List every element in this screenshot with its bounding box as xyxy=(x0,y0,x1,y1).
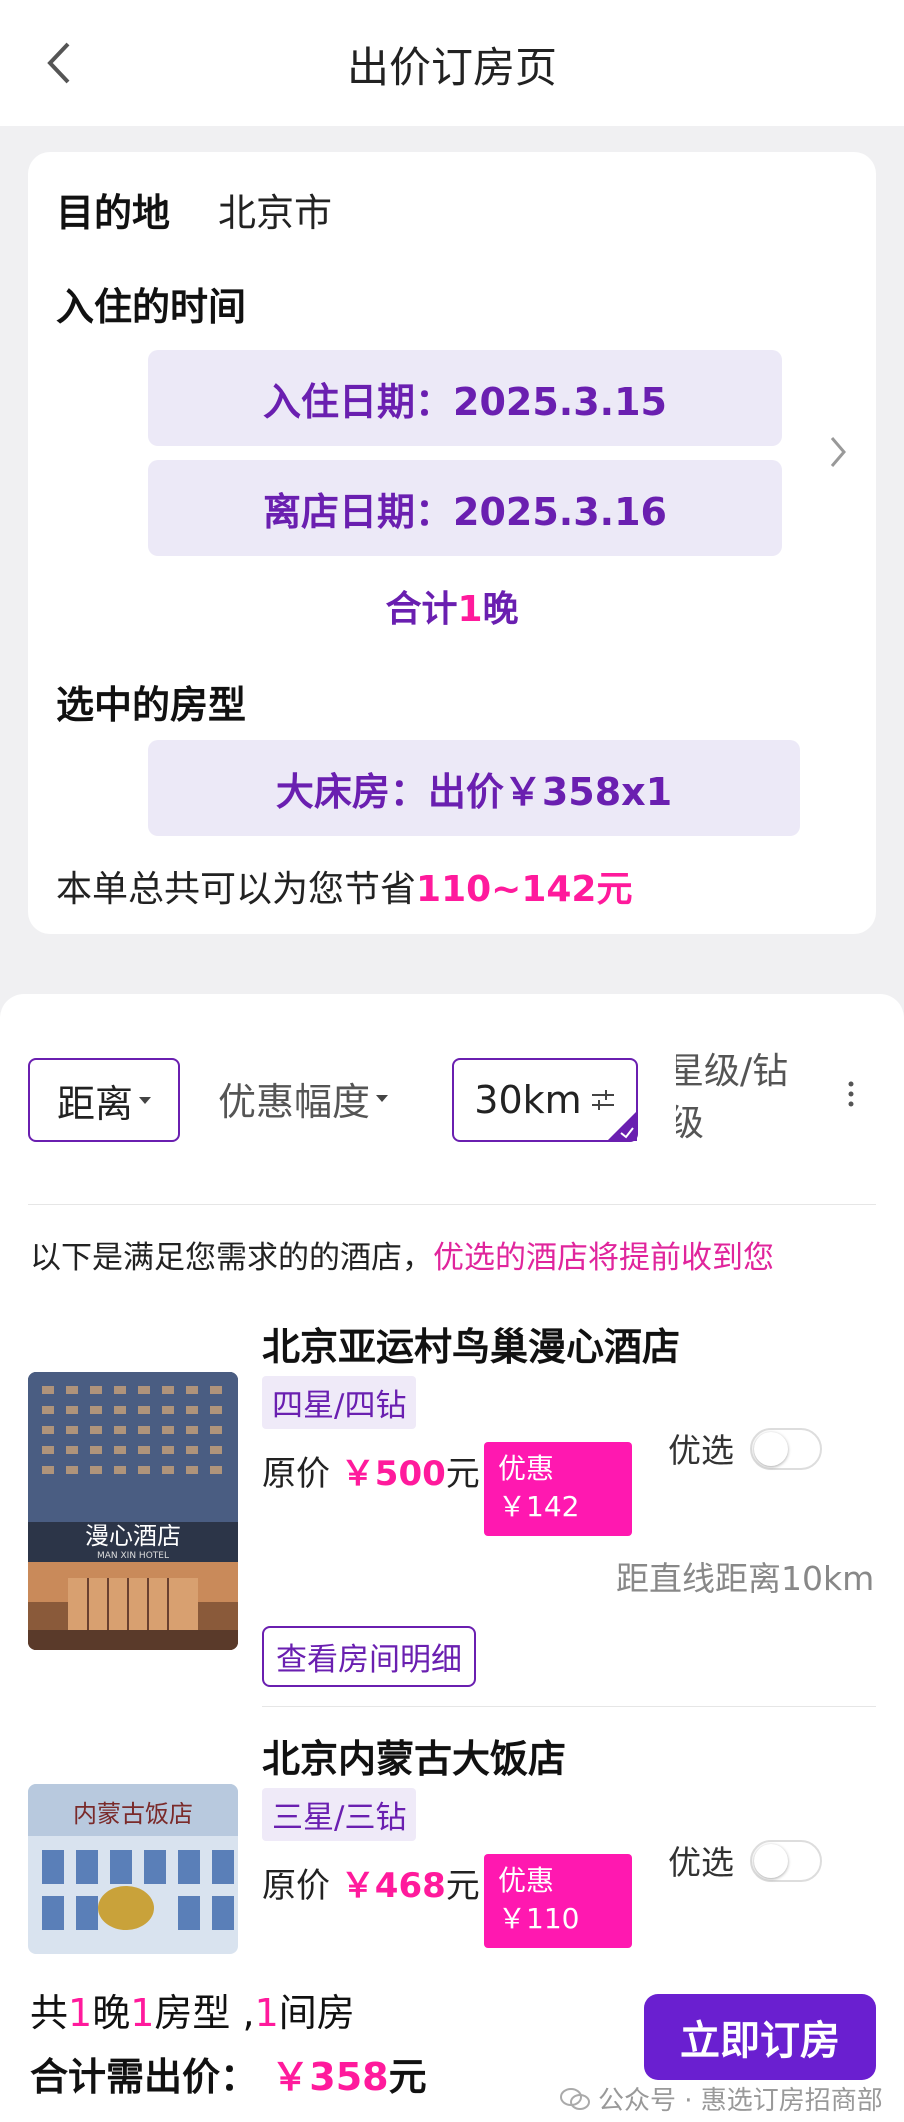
toggle-knob xyxy=(754,1844,788,1878)
room-type-label: 选中的房型 xyxy=(56,683,247,727)
preferred-label: 优选 xyxy=(668,1431,734,1470)
discount-filter[interactable]: 优惠幅度 xyxy=(218,1058,389,1138)
page-title: 出价订房页 xyxy=(346,43,557,92)
preferred-label: 优选 xyxy=(668,1843,734,1882)
bottom-bar: 共1晚1房型 ,1间房 合计需出价： ￥358元 立即订房 公众号 · 惠选订房… xyxy=(0,1956,904,2122)
destination-value: 北京市 xyxy=(218,191,333,235)
chevron-right-icon[interactable] xyxy=(826,434,850,470)
destination-label: 目的地 xyxy=(56,191,171,235)
top-bar: 出价订房页 xyxy=(0,0,904,126)
divider xyxy=(28,1204,876,1205)
distance-filter[interactable]: 距离 xyxy=(28,1058,180,1142)
svg-text:漫心酒店: 漫心酒店 xyxy=(85,1522,181,1550)
caret-down-icon xyxy=(139,1096,151,1104)
distance-range-filter[interactable]: 30km xyxy=(452,1058,638,1142)
discount-badge: 优惠 ￥110 xyxy=(484,1854,632,1948)
hotel-list-card: 距离 优惠幅度 30km 星级/钻 级 以下是满足您需求的的酒店，优选的酒店将提… xyxy=(0,994,904,2122)
star-rating-badge: 四星/四钻 xyxy=(262,1376,417,1429)
divider xyxy=(262,1706,876,1707)
checkout-date[interactable]: 离店日期：2025.3.16 xyxy=(148,460,782,556)
original-price: 原价 ￥468元 xyxy=(262,1866,480,1906)
caret-down-icon xyxy=(376,1094,389,1102)
watermark: 公众号 · 惠选订房招商部 xyxy=(560,2080,883,2117)
hotel-intro-text: 以下是满足您需求的的酒店，优选的酒店将提前收到您 xyxy=(30,1240,774,1276)
star-rating-badge: 三星/三钻 xyxy=(262,1788,417,1841)
view-room-details-button[interactable]: 查看房间明细 xyxy=(262,1626,476,1687)
checkin-date[interactable]: 入住日期：2025.3.15 xyxy=(148,350,782,446)
svg-text:内蒙古饭店: 内蒙古饭店 xyxy=(73,1800,193,1828)
saving-text: 本单总共可以为您节省110~142元 xyxy=(56,869,633,910)
original-price: 原价 ￥500元 xyxy=(262,1454,480,1494)
filter-sliders-icon xyxy=(591,1090,614,1110)
discount-badge: 优惠 ￥142 xyxy=(484,1442,632,1536)
selected-corner-icon xyxy=(607,1111,637,1141)
room-bid-value[interactable]: 大床房：出价￥358x1 xyxy=(148,740,800,836)
preferred-toggle[interactable] xyxy=(750,1428,822,1470)
order-summary: 共1晚1房型 ,1间房 xyxy=(30,1991,355,2035)
booking-summary-card: 目的地 北京市 入住的时间 入住日期：2025.3.15 离店日期：2025.3… xyxy=(28,152,876,934)
preferred-toggle[interactable] xyxy=(750,1840,822,1882)
toggle-knob xyxy=(754,1432,788,1466)
book-now-button[interactable]: 立即订房 xyxy=(644,1994,876,2080)
hotel-name[interactable]: 北京亚运村鸟巢漫心酒店 xyxy=(262,1316,680,1371)
star-level-filter[interactable]: 星级/钻 级 xyxy=(676,1046,826,1156)
total-bid: 合计需出价： ￥358元 xyxy=(30,2055,427,2099)
hotel-photo[interactable]: 漫心酒店 MAN XIN HOTEL xyxy=(28,1372,238,1650)
wechat-icon xyxy=(560,2087,590,2110)
svg-text:MAN XIN HOTEL: MAN XIN HOTEL xyxy=(97,1551,169,1561)
more-options-icon[interactable] xyxy=(846,1080,856,1110)
stay-time-label: 入住的时间 xyxy=(56,285,247,329)
hotel-name[interactable]: 北京内蒙古大饭店 xyxy=(262,1728,566,1783)
distance-text: 距直线距离10km xyxy=(616,1559,875,1598)
hotel-photo[interactable]: 内蒙古饭店 xyxy=(28,1784,238,1954)
nights-total: 合计1晚 xyxy=(385,589,519,630)
